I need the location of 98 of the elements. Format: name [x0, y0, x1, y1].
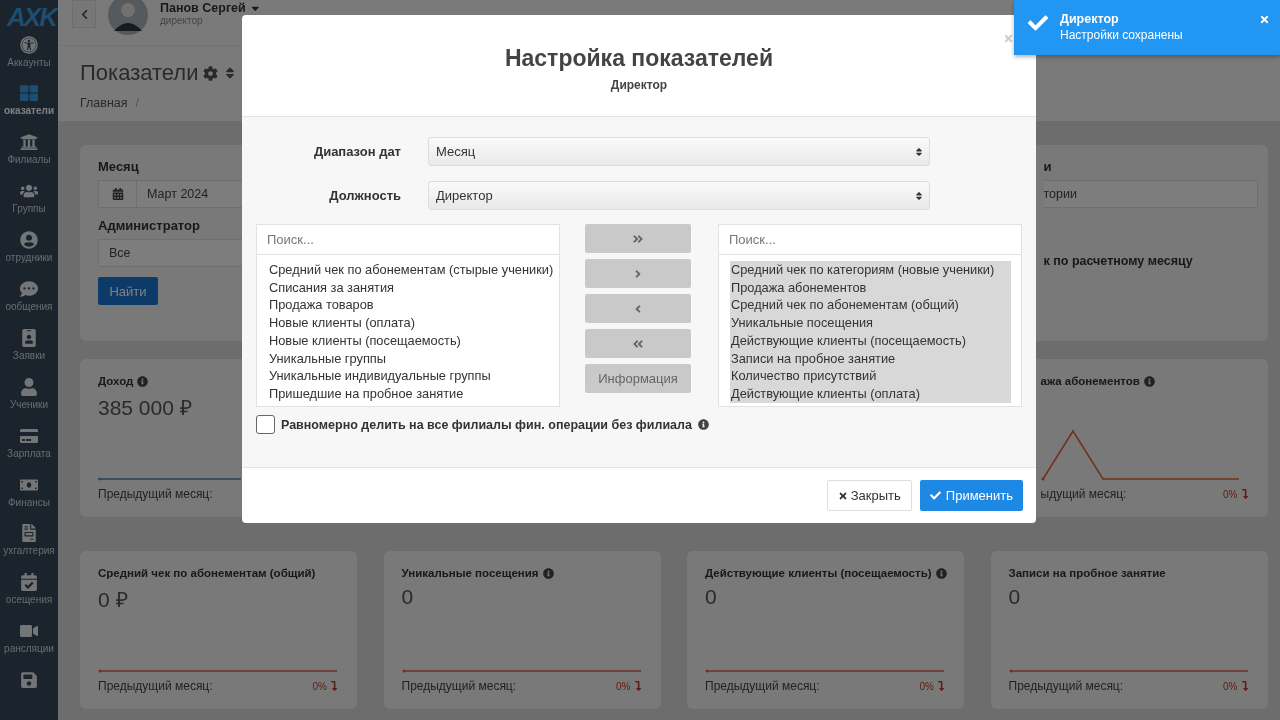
field-label: Администратор	[98, 218, 201, 233]
list-item[interactable]: Пришедшие на пробное занятие	[268, 384, 549, 403]
page-title: Показатели	[80, 60, 199, 86]
avatar	[108, 0, 148, 35]
sidebar-item[interactable]: рансляции	[0, 622, 58, 672]
list-item[interactable]: Новые клиенты (посещаемость)	[268, 331, 549, 350]
sidebar-item[interactable]: Ученики	[0, 377, 58, 427]
field-label: и	[1043, 159, 1053, 174]
percent-change: 0%	[1223, 680, 1238, 692]
list-item[interactable]: Средний чек по абонементам (общий)	[730, 296, 1011, 315]
previous-month-label: Предыдущий месяц:	[1008, 679, 1124, 693]
apply-button[interactable]: Применить	[919, 480, 1023, 511]
previous-month-label: Предыдущий месяц:	[705, 679, 820, 693]
dialog-subtitle: Директор	[610, 78, 668, 92]
user-name[interactable]: Панов Сергей	[160, 1, 246, 15]
percent-change: 0%	[1223, 488, 1238, 500]
field-label: Диапазон дат	[312, 144, 402, 159]
back-button[interactable]	[72, 0, 96, 28]
toast-message: Настройки сохранены	[1060, 28, 1184, 42]
option-label: к по расчетному месяцу	[1043, 254, 1194, 268]
checkbox[interactable]	[256, 415, 275, 434]
bank-icon	[20, 133, 38, 152]
close-button[interactable]: Закрыть	[826, 480, 912, 511]
select-field[interactable]: Месяц	[428, 137, 930, 166]
user-icon	[20, 377, 38, 396]
metric-value: 0	[1008, 585, 1021, 608]
down-arrow-icon	[632, 681, 643, 691]
check-icon	[1028, 13, 1048, 33]
search-field[interactable]: Поиск...	[256, 224, 560, 255]
percent-change: 0%	[312, 680, 327, 692]
list-item[interactable]: Новые клиенты (оплата)	[268, 314, 549, 332]
sidebar-item[interactable]: ообщения	[0, 280, 58, 329]
find-button[interactable]: Найти	[98, 277, 158, 305]
sidebar-item[interactable]: Зарплата	[0, 426, 58, 476]
list-item[interactable]: Списания за занятия	[268, 278, 549, 297]
metric-value: 385 000 ₽	[98, 396, 192, 419]
sidebar-item[interactable]: Филиалы	[0, 133, 58, 183]
sidebar-item[interactable]: Заявки	[0, 328, 58, 378]
sort-icon	[914, 190, 924, 201]
metric-value: 0	[705, 585, 717, 608]
breadcrumb-link[interactable]: Главная	[80, 96, 128, 110]
double-chevron-icon	[632, 337, 644, 350]
sidebar-item[interactable]: осещения	[0, 573, 58, 623]
field-label: Месяц	[98, 159, 140, 174]
document-icon	[20, 524, 38, 543]
id-badge-icon	[20, 328, 38, 347]
sidebar-item[interactable]: оказатели	[0, 84, 58, 134]
info-button[interactable]: Информация	[585, 364, 691, 393]
checkbox-label[interactable]: Равномерно делить на все филиалы фин. операции без филиала	[281, 417, 692, 432]
breadcrumb-separator: /	[135, 96, 140, 110]
close-icon[interactable]	[1259, 14, 1270, 25]
metric-title: Действующие клиенты (посещаемость)	[705, 567, 932, 579]
down-arrow-icon	[1239, 489, 1250, 499]
chat-icon	[20, 280, 38, 298]
previous-month-label: Предыдущий месяц:	[98, 487, 213, 501]
list-item[interactable]: Уникальные группы	[268, 349, 549, 368]
down-arrow-icon	[329, 681, 339, 691]
previous-month-label: ыдущий месяц:	[1040, 487, 1127, 501]
calendar-icon	[111, 188, 124, 200]
down-arrow-icon	[1239, 681, 1250, 691]
sidebar-item[interactable]: Группы	[0, 182, 58, 232]
down-arrow-icon	[936, 681, 946, 691]
grid-icon	[20, 84, 38, 103]
list-item[interactable]: Уникальные посещения	[730, 314, 1011, 332]
sidebar-item[interactable]: ухгалтерия	[0, 524, 58, 574]
select-field[interactable]: Директор	[428, 181, 930, 210]
sidebar-item[interactable]: Финансы	[0, 475, 58, 525]
metric-value: 0	[401, 585, 414, 608]
toast-title: Директор	[1060, 12, 1120, 26]
check-icon	[929, 490, 941, 501]
close-icon	[837, 490, 848, 501]
search-field[interactable]: Поиск...	[718, 224, 1022, 255]
percent-change: 0%	[919, 680, 934, 692]
metric-value: 0 ₽	[98, 588, 128, 611]
calendar-check-icon	[20, 573, 38, 592]
list-item[interactable]: Уникальные индивидуальные группы	[268, 367, 549, 385]
dialog-title: Настройка показателей	[504, 45, 774, 72]
metric-title: ажа абонементов	[1040, 375, 1140, 387]
list-item[interactable]: Продажа товаров	[268, 296, 549, 315]
list-item[interactable]: Количество присутствий	[730, 367, 1011, 385]
credit-card-icon	[20, 426, 38, 445]
metric-title: Записи на пробное занятие	[1008, 567, 1166, 579]
sort-icon	[914, 146, 924, 157]
close-icon[interactable]	[1003, 33, 1014, 44]
previous-month-label: Предыдущий месяц:	[401, 679, 517, 693]
sidebar-item[interactable]: Аккаунты	[0, 35, 58, 85]
metric-title: Уникальные посещения	[401, 567, 539, 579]
double-chevron-icon	[632, 232, 644, 245]
previous-month-label: Предыдущий месяц:	[98, 679, 213, 693]
settings-icon[interactable]	[203, 65, 219, 81]
save-icon	[20, 671, 38, 690]
accessibility-icon	[20, 35, 38, 54]
metric-title: Доход	[98, 375, 134, 387]
metric-title: Средний чек по абонементам (общий)	[98, 567, 316, 579]
percent-change: 0%	[616, 680, 631, 692]
sidebar-item[interactable]: отрудники	[0, 231, 58, 280]
category-select[interactable]: тории	[1043, 180, 1258, 208]
list-item[interactable]: Средний чек по категориям (новые ученики)	[730, 261, 1011, 279]
